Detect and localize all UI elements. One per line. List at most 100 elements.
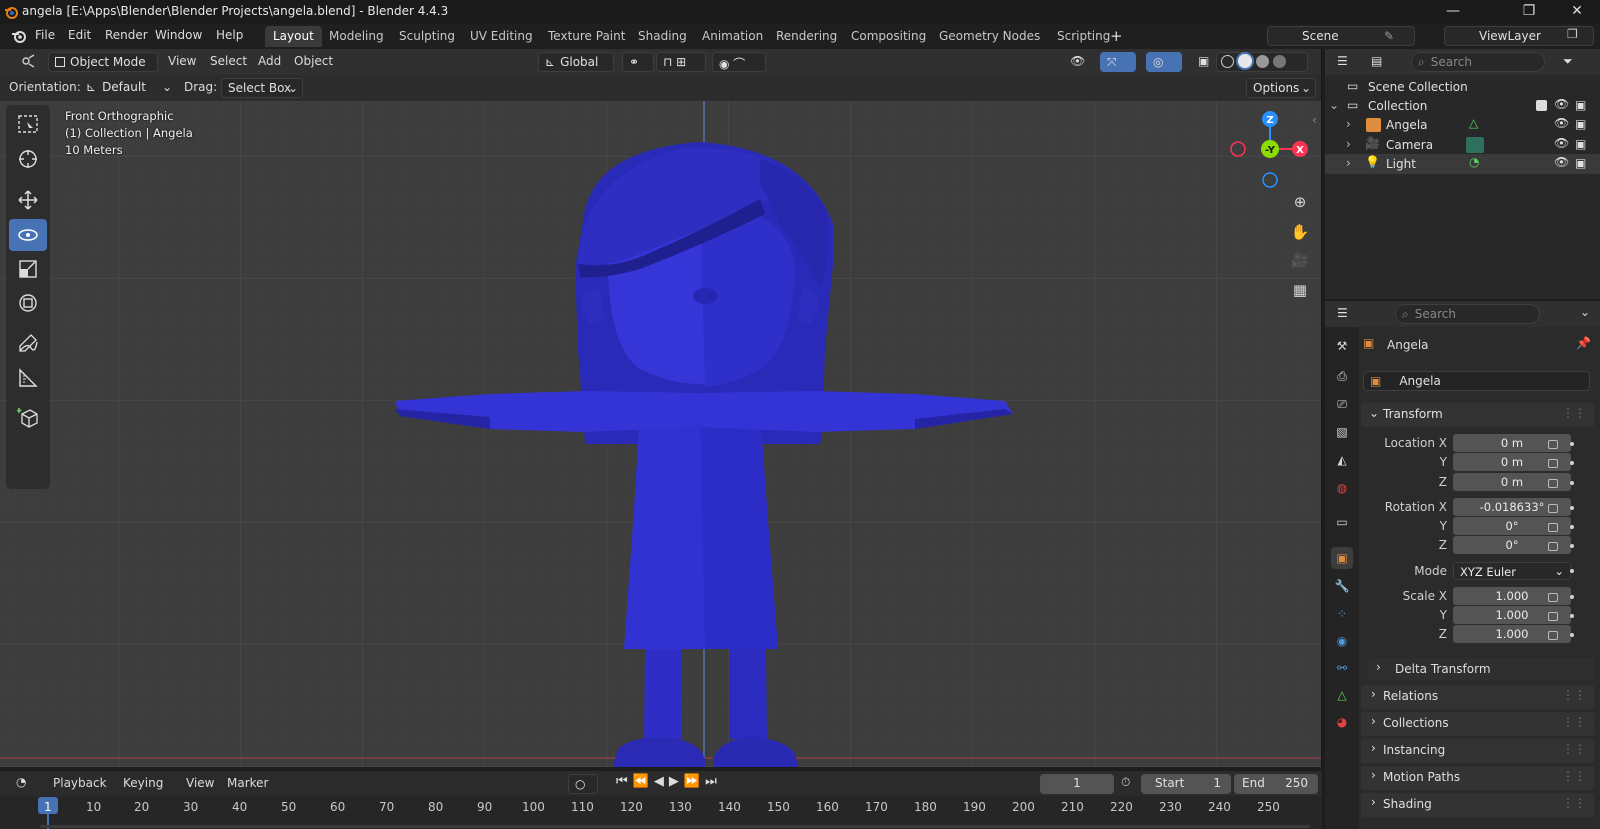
menu-playback[interactable]: Playback	[53, 776, 107, 790]
output-tab[interactable]: ⎚	[1331, 393, 1353, 415]
mode-dropdown[interactable]: Object Mode	[48, 52, 158, 72]
collection-tab[interactable]: ▭	[1331, 511, 1353, 533]
tab-animation[interactable]: Animation	[694, 26, 771, 47]
menu-select[interactable]: Select	[210, 54, 247, 68]
lock-icon[interactable]	[1548, 612, 1558, 621]
options-dropdown[interactable]: Options ⌄	[1246, 78, 1316, 98]
transform-tool[interactable]	[9, 287, 47, 319]
add-cube-tool[interactable]	[9, 401, 47, 433]
keyframe-dot-icon[interactable]	[1570, 544, 1574, 548]
lock-icon[interactable]	[1548, 440, 1558, 449]
lock-icon[interactable]	[1548, 479, 1558, 488]
menu-view[interactable]: View	[168, 54, 196, 68]
chevron-right-icon[interactable]: ›	[1346, 156, 1351, 170]
clock-icon[interactable]: ⏱	[1121, 775, 1130, 790]
sidebar-toggle-chevron-icon[interactable]: ‹	[1312, 113, 1317, 127]
camera-render-icon[interactable]: ▣	[1575, 98, 1586, 112]
auto-keying-toggle[interactable]: ○	[568, 774, 598, 794]
menu-timeline-view[interactable]: View	[186, 776, 214, 790]
mesh-data-icon[interactable]: △	[1469, 116, 1478, 130]
menu-help[interactable]: Help	[216, 28, 243, 42]
lock-icon[interactable]	[1548, 504, 1558, 513]
orientation-dropdown[interactable]: ⊾ Default ⌄	[80, 78, 176, 98]
cursor-tool[interactable]	[9, 143, 47, 175]
object-name-field[interactable]: ▣ Angela	[1363, 371, 1590, 391]
eye-icon[interactable]: 👁	[1554, 97, 1569, 111]
tree-item-camera[interactable]: › 🎥 Camera 👁 ▣	[1325, 135, 1600, 155]
close-button[interactable]: ✕	[1554, 0, 1600, 24]
scene-selector[interactable]: Scene ✎	[1267, 26, 1415, 46]
view-layer-selector[interactable]: ViewLayer ❐	[1444, 26, 1594, 46]
tool-tab[interactable]: ⚒	[1331, 335, 1353, 357]
keyframe-dot-icon[interactable]	[1570, 461, 1574, 465]
tab-shading[interactable]: Shading	[630, 26, 695, 47]
lock-icon[interactable]	[1548, 523, 1558, 532]
keyframe-dot-icon[interactable]	[1570, 595, 1574, 599]
keyframe-dot-icon[interactable]	[1570, 614, 1574, 618]
maximize-button[interactable]: ❐	[1506, 0, 1552, 24]
keyframe-dot-icon[interactable]	[1570, 525, 1574, 529]
zoom-button[interactable]: ⊕	[1287, 189, 1313, 215]
drag-handle-icon[interactable]: ⋮⋮	[1562, 406, 1586, 420]
annotate-tool[interactable]	[9, 327, 47, 359]
tree-item-collection[interactable]: ⌄ ▭ Collection 👁 ▣	[1325, 96, 1600, 116]
data-tab[interactable]: △	[1331, 684, 1353, 706]
minimize-button[interactable]: —	[1430, 0, 1476, 24]
tab-rendering[interactable]: Rendering	[768, 26, 845, 47]
new-view-layer-icon[interactable]: ❐	[1567, 27, 1578, 41]
chevron-down-icon[interactable]: ⌄	[1580, 305, 1590, 319]
keyframe-dot-icon[interactable]	[1570, 569, 1574, 573]
menu-render[interactable]: Render	[105, 28, 148, 42]
chevron-right-icon[interactable]: ›	[1346, 117, 1351, 131]
wireframe-shading-icon[interactable]	[1221, 55, 1234, 68]
overlays-toggle[interactable]: ◎	[1146, 52, 1182, 72]
transform-orientation-dropdown[interactable]: ⊾ Global	[538, 52, 614, 72]
tree-item-angela[interactable]: › Angela △ 👁 ▣	[1325, 115, 1600, 135]
rotation-mode-dropdown[interactable]: XYZ Euler ⌄	[1453, 562, 1571, 580]
light-data-icon[interactable]: ◔	[1469, 155, 1479, 169]
tab-uv-editing[interactable]: UV Editing	[462, 26, 541, 47]
blender-menu-icon[interactable]	[10, 28, 28, 44]
3d-viewport[interactable]: Object Mode View Select Add Object ⊾ Glob…	[0, 49, 1322, 767]
tab-modeling[interactable]: Modeling	[321, 26, 392, 47]
current-frame-field[interactable]: 1	[1040, 774, 1114, 794]
tree-item-scene-collection[interactable]: ▭ Scene Collection	[1325, 77, 1600, 97]
eye-icon[interactable]: 👁	[1554, 116, 1569, 130]
xray-toggle[interactable]: ▣	[1192, 52, 1212, 72]
menu-edit[interactable]: Edit	[68, 28, 91, 42]
drag-handle-icon[interactable]: ⋮⋮	[1562, 796, 1586, 810]
menu-keying[interactable]: Keying	[123, 776, 163, 790]
camera-render-icon[interactable]: ▣	[1575, 117, 1586, 131]
menu-object[interactable]: Object	[294, 54, 333, 68]
tab-texture-paint[interactable]: Texture Paint	[540, 26, 633, 47]
motion-paths-panel-header[interactable]: › Motion Paths ⋮⋮	[1361, 766, 1594, 790]
drag-handle-icon[interactable]: ⋮⋮	[1562, 715, 1586, 729]
measure-tool[interactable]	[9, 362, 47, 394]
visibility-dropdown[interactable]: 👁	[1064, 52, 1092, 72]
menu-add[interactable]: Add	[258, 54, 281, 68]
camera-render-icon[interactable]: ▣	[1575, 156, 1586, 170]
lock-icon[interactable]	[1548, 593, 1558, 602]
navigation-gizmo[interactable]: Z X -Y	[1228, 109, 1308, 189]
tab-sculpting[interactable]: Sculpting	[391, 26, 463, 47]
keyframe-dot-icon[interactable]	[1570, 442, 1574, 446]
lock-icon[interactable]	[1548, 542, 1558, 551]
filter-dropdown[interactable]: ⏷	[1557, 52, 1593, 72]
drag-handle-icon[interactable]: ⋮⋮	[1562, 688, 1586, 702]
menu-marker[interactable]: Marker	[227, 776, 268, 790]
timeline-ruler[interactable]: 1 10 20 30 40 50 60 70 80 90 100 110 120…	[0, 796, 1322, 829]
material-shading-icon[interactable]	[1256, 55, 1269, 68]
lock-icon[interactable]	[1548, 459, 1558, 468]
proportional-edit-toggle[interactable]: ◉ ⌒	[712, 52, 766, 72]
particles-tab[interactable]: ⁘	[1331, 603, 1353, 625]
camera-data-icon[interactable]	[1466, 137, 1484, 153]
add-workspace-button[interactable]: +	[1110, 27, 1123, 45]
lock-icon[interactable]	[1548, 631, 1558, 640]
timeline-scrollbar[interactable]	[40, 825, 1310, 828]
pin-icon[interactable]: 📌	[1576, 336, 1591, 350]
chevron-down-icon[interactable]: ⌄	[1329, 98, 1339, 112]
viewport-canvas[interactable]	[0, 101, 1322, 767]
solid-shading-icon[interactable]	[1238, 54, 1252, 68]
world-tab[interactable]: ◍	[1331, 477, 1353, 499]
shading-panel-header[interactable]: › Shading ⋮⋮	[1361, 793, 1594, 817]
